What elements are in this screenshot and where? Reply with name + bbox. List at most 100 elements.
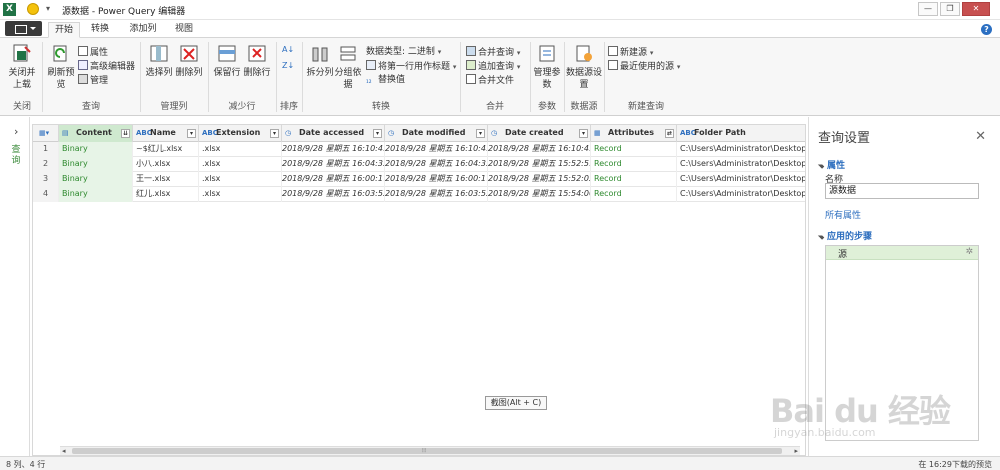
new-source-button[interactable]: 新建源 ▾	[608, 46, 653, 59]
column-header-extension[interactable]: ABC Extension ▾	[199, 125, 282, 142]
scrollbar-thumb[interactable]: ⦙⦙⦙	[72, 448, 782, 454]
scroll-right-icon[interactable]: ▸	[794, 447, 798, 455]
properties-button[interactable]: 属性	[78, 46, 108, 59]
column-expand-icon[interactable]: ⇄	[665, 129, 674, 138]
cell-name[interactable]: 小八.xlsx	[133, 157, 199, 172]
column-expand-icon[interactable]: ⇊	[121, 129, 130, 138]
step-settings-gear-icon[interactable]: ✲	[965, 247, 973, 257]
record-link[interactable]: Record	[591, 157, 677, 172]
column-header-folder-path[interactable]: ABC Folder Path	[677, 125, 805, 142]
cell-date-modified[interactable]: 2018/9/28 星期五 16:03:53	[385, 187, 488, 202]
remove-columns-button[interactable]: 删除列	[174, 43, 204, 79]
tab-add-column[interactable]: 添加列	[124, 22, 162, 38]
tab-transform[interactable]: 转换	[84, 22, 116, 38]
manage-parameters-button[interactable]: 管理参数	[532, 43, 562, 91]
use-first-row-button[interactable]: 将第一行用作标题 ▾	[366, 60, 456, 73]
record-link[interactable]: Record	[591, 172, 677, 187]
cell-date-accessed[interactable]: 2018/9/28 星期五 16:10:41	[282, 142, 385, 157]
cell-name[interactable]: ~$红儿.xlsx	[133, 142, 199, 157]
cell-extension[interactable]: .xlsx	[199, 172, 282, 187]
choose-columns-button[interactable]: 选择列	[144, 43, 174, 79]
combine-files-button[interactable]: 合并文件	[466, 74, 514, 87]
cell-date-created[interactable]: 2018/9/28 星期五 15:54:06	[488, 187, 591, 202]
cell-date-modified[interactable]: 2018/9/28 星期五 16:10:41	[385, 142, 488, 157]
file-menu-button[interactable]	[5, 21, 42, 36]
column-header-date-created[interactable]: ◷ Date created ▾	[488, 125, 591, 142]
table-row[interactable]: 4 Binary 红儿.xlsx .xlsx 2018/9/28 星期五 16:…	[33, 187, 805, 202]
horizontal-scrollbar[interactable]: ◂ ⦙⦙⦙ ▸	[60, 446, 800, 455]
binary-link[interactable]: Binary	[59, 157, 133, 172]
cell-date-accessed[interactable]: 2018/9/28 星期五 16:03:53	[282, 187, 385, 202]
binary-link[interactable]: Binary	[59, 172, 133, 187]
replace-values-button[interactable]: ₁₂ 替换值	[366, 74, 405, 87]
expand-chevron-icon[interactable]: ›	[14, 125, 18, 138]
column-filter-icon[interactable]: ▾	[373, 129, 382, 138]
cell-name[interactable]: 红儿.xlsx	[133, 187, 199, 202]
table-row[interactable]: 3 Binary 王一.xlsx .xlsx 2018/9/28 星期五 16:…	[33, 172, 805, 187]
recent-sources-button[interactable]: 最近使用的源 ▾	[608, 60, 680, 73]
cell-extension[interactable]: .xlsx	[199, 187, 282, 202]
cell-folder-path[interactable]: C:\Users\Administrator\Desktop\源	[677, 172, 805, 187]
queries-pane-label[interactable]: 查询	[10, 145, 22, 167]
manage-button[interactable]: 管理	[78, 74, 108, 87]
column-header-date-modified[interactable]: ◷ Date modified ▾	[385, 125, 488, 142]
column-filter-icon[interactable]: ▾	[476, 129, 485, 138]
restore-button[interactable]: ❐	[940, 2, 960, 16]
merge-queries-button[interactable]: 合并查询 ▾	[466, 46, 520, 59]
cell-extension[interactable]: .xlsx	[199, 142, 282, 157]
cell-date-accessed[interactable]: 2018/9/28 星期五 16:00:17	[282, 172, 385, 187]
cell-date-created[interactable]: 2018/9/28 星期五 15:52:51	[488, 157, 591, 172]
sort-descending-icon[interactable]: Z↓	[282, 60, 294, 73]
cell-extension[interactable]: .xlsx	[199, 157, 282, 172]
cell-date-created[interactable]: 2018/9/28 星期五 16:10:41	[488, 142, 591, 157]
advanced-editor-button[interactable]: 高级编辑器	[78, 60, 135, 73]
table-menu-button[interactable]: ▦▾	[33, 125, 59, 142]
data-source-settings-button[interactable]: 数据源设置	[566, 43, 602, 91]
query-name-input[interactable]: 源数据	[825, 183, 979, 199]
column-header-content[interactable]: ▤ Content ⇊	[59, 125, 133, 142]
cell-date-modified[interactable]: 2018/9/28 星期五 16:04:35	[385, 157, 488, 172]
cell-folder-path[interactable]: C:\Users\Administrator\Desktop\源	[677, 157, 805, 172]
cell-date-created[interactable]: 2018/9/28 星期五 15:52:03	[488, 172, 591, 187]
column-header-name[interactable]: ABC Name ▾	[133, 125, 199, 142]
binary-link[interactable]: Binary	[59, 187, 133, 202]
applied-step-item[interactable]: 源 ✲	[826, 246, 978, 260]
column-filter-icon[interactable]: ▾	[270, 129, 279, 138]
cell-folder-path[interactable]: C:\Users\Administrator\Desktop\源	[677, 187, 805, 202]
cell-name[interactable]: 王一.xlsx	[133, 172, 199, 187]
help-icon[interactable]: ?	[981, 24, 992, 35]
refresh-preview-button[interactable]: 刷新预览	[46, 43, 76, 91]
close-window-button[interactable]: ✕	[962, 2, 990, 16]
scroll-left-icon[interactable]: ◂	[62, 447, 66, 455]
data-type-dropdown[interactable]: 数据类型: 二进制 ▾	[366, 46, 441, 59]
column-header-attributes[interactable]: ▦ Attributes ⇄	[591, 125, 677, 142]
properties-section-header[interactable]: 属性	[817, 158, 845, 171]
column-filter-icon[interactable]: ▾	[579, 129, 588, 138]
remove-rows-button[interactable]: 删除行	[242, 43, 272, 79]
record-link[interactable]: Record	[591, 187, 677, 202]
queries-pane-collapsed[interactable]: › 查询	[0, 117, 30, 456]
applied-steps-header[interactable]: 应用的步骤	[817, 229, 872, 242]
group-by-button[interactable]: 分组依据	[334, 43, 362, 91]
cell-date-modified[interactable]: 2018/9/28 星期五 16:00:17	[385, 172, 488, 187]
column-header-date-accessed[interactable]: ◷ Date accessed ▾	[282, 125, 385, 142]
record-link[interactable]: Record	[591, 142, 677, 157]
sort-ascending-icon[interactable]: A↓	[282, 44, 294, 57]
table-row[interactable]: 2 Binary 小八.xlsx .xlsx 2018/9/28 星期五 16:…	[33, 157, 805, 172]
column-filter-icon[interactable]: ▾	[187, 129, 196, 138]
minimize-button[interactable]: —	[918, 2, 938, 16]
tab-home[interactable]: 开始	[48, 22, 80, 38]
keep-rows-button[interactable]: 保留行	[212, 43, 242, 79]
cell-folder-path[interactable]: C:\Users\Administrator\Desktop\源	[677, 142, 805, 157]
quick-access-dropdown-icon[interactable]: ▾	[46, 4, 50, 13]
table-row[interactable]: 1 Binary ~$红儿.xlsx .xlsx 2018/9/28 星期五 1…	[33, 142, 805, 157]
smiley-feedback-icon[interactable]	[27, 3, 39, 15]
all-properties-link[interactable]: 所有属性	[825, 208, 861, 221]
tab-view[interactable]: 视图	[168, 22, 200, 38]
split-column-button[interactable]: 拆分列	[306, 43, 334, 79]
cell-date-accessed[interactable]: 2018/9/28 星期五 16:04:35	[282, 157, 385, 172]
binary-link[interactable]: Binary	[59, 142, 133, 157]
close-icon[interactable]: ✕	[975, 129, 986, 144]
close-and-load-button[interactable]: 关闭并上载	[6, 43, 38, 91]
append-queries-button[interactable]: 追加查询 ▾	[466, 60, 520, 73]
